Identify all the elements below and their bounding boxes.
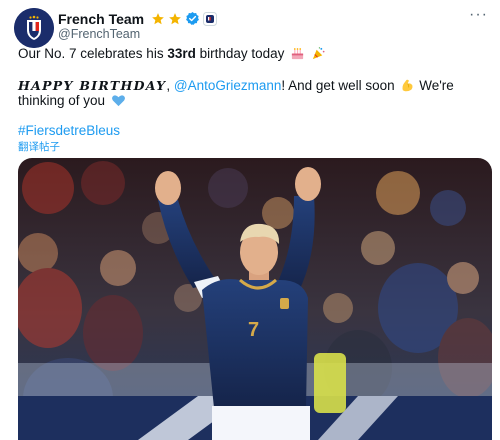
text-segment: , bbox=[166, 78, 171, 93]
display-name[interactable]: French Team bbox=[58, 11, 144, 27]
text-bold: 33rd bbox=[167, 46, 196, 61]
text-segment: Our No. 7 celebrates his bbox=[18, 46, 168, 61]
star-icon bbox=[168, 12, 182, 26]
tweet-text-line-1: Our No. 7 celebrates his 33rd birthday t… bbox=[18, 45, 326, 66]
mention-link[interactable]: @AntoGriezmann bbox=[174, 78, 282, 93]
birthday-cake-icon bbox=[290, 46, 305, 66]
party-popper-icon bbox=[311, 46, 326, 66]
author-handle[interactable]: @FrenchTeam bbox=[58, 27, 140, 41]
text-segment: We're bbox=[415, 78, 454, 93]
more-options-icon[interactable]: ··· bbox=[469, 7, 488, 23]
author-name-row: French Team bbox=[58, 10, 218, 27]
text-bold-caps: HAPPY BIRTHDAY bbox=[18, 78, 167, 93]
svg-text:7: 7 bbox=[248, 319, 259, 341]
affiliate-badge-icon[interactable] bbox=[203, 11, 218, 26]
fff-logo-icon bbox=[14, 8, 54, 48]
tweet-photo[interactable]: 7 bbox=[18, 158, 492, 440]
flexed-biceps-icon bbox=[400, 78, 415, 98]
avatar[interactable] bbox=[14, 8, 54, 48]
text-segment: ! And get well soon bbox=[281, 78, 395, 93]
verified-badge-icon[interactable] bbox=[185, 11, 200, 26]
translate-post-link[interactable]: 翻译帖子 bbox=[18, 139, 60, 154]
text-segment: birthday today bbox=[195, 46, 285, 61]
tweet-text-line-3: thinking of you bbox=[18, 92, 126, 113]
text-segment: thinking of you bbox=[18, 93, 106, 108]
star-icon bbox=[151, 12, 165, 26]
hashtag-link[interactable]: #FiersdetreBleus bbox=[18, 122, 120, 140]
player-celebration-image: 7 bbox=[18, 158, 492, 440]
blue-heart-icon bbox=[111, 93, 126, 113]
